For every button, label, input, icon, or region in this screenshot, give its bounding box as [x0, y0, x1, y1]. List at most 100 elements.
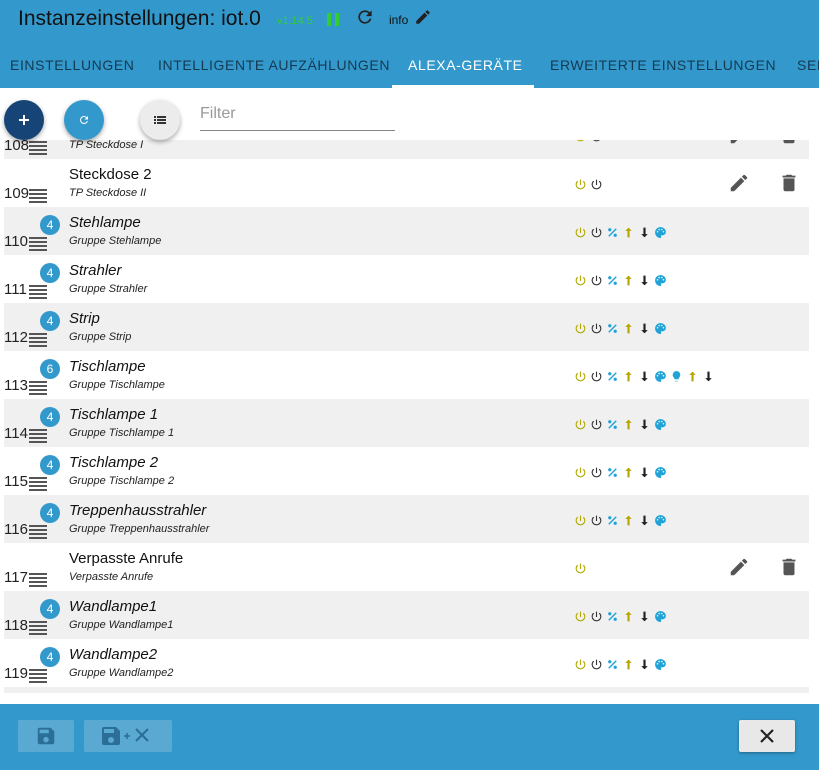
- power-off-icon: [590, 466, 603, 479]
- arrow-up-icon: [622, 658, 635, 671]
- row-number: 115: [4, 473, 28, 490]
- delete-icon[interactable]: [778, 172, 800, 194]
- delete-icon[interactable]: [778, 140, 800, 146]
- device-row[interactable]: 120Wandlampe3: [4, 687, 809, 693]
- save-and-close-button[interactable]: [84, 720, 172, 752]
- drag-handle-icon[interactable]: [29, 669, 47, 685]
- plus-icon: [19, 115, 29, 125]
- group-count-badge: 4: [40, 311, 60, 331]
- device-row[interactable]: 117 Verpasste Anrufe Verpasste Anrufe: [4, 543, 809, 591]
- drag-handle-icon[interactable]: [29, 525, 47, 541]
- tab-services[interactable]: SER: [797, 40, 819, 88]
- close-button[interactable]: [739, 720, 795, 752]
- edit-info-icon[interactable]: [414, 8, 432, 31]
- power-off-icon: [590, 322, 603, 335]
- capability-icons: [574, 225, 667, 239]
- edit-icon[interactable]: [728, 140, 750, 146]
- title-row: Instanzeinstellungen: iot.0 v1.14.5 info: [18, 4, 432, 34]
- group-count-badge: 4: [40, 407, 60, 427]
- drag-handle-icon[interactable]: [29, 285, 47, 301]
- drag-handle-icon[interactable]: [29, 429, 47, 445]
- tab-settings[interactable]: EINSTELLUNGEN: [10, 40, 135, 88]
- device-name: Tischlampe 2: [69, 454, 159, 471]
- group-count-badge: 6: [40, 359, 60, 379]
- tab-smart-enums[interactable]: INTELLIGENTE AUFZÄHLUNGEN: [158, 40, 390, 88]
- drag-handle-icon[interactable]: [29, 381, 47, 397]
- save-icon: [37, 727, 55, 745]
- device-description: TP Steckdose I: [69, 140, 144, 151]
- palette-icon: [654, 274, 667, 287]
- drag-handle-icon[interactable]: [29, 237, 47, 253]
- device-name: Stehlampe: [69, 214, 141, 231]
- percent-icon: [606, 610, 619, 623]
- add-button[interactable]: [4, 100, 44, 140]
- filter-input[interactable]: Filter: [200, 102, 395, 131]
- device-row[interactable]: 108Steckdose 1TP Steckdose I: [4, 140, 809, 159]
- device-row[interactable]: 119 4 Wandlampe2 Gruppe Wandlampe2: [4, 639, 809, 687]
- power-on-icon: [574, 562, 587, 575]
- device-name: Tischlampe 1: [69, 406, 159, 423]
- device-name: Steckdose 2: [69, 166, 152, 183]
- device-row[interactable]: 115 4 Tischlampe 2 Gruppe Tischlampe 2: [4, 447, 809, 495]
- device-description: Gruppe Tischlampe 2: [69, 475, 175, 487]
- power-on-icon: [574, 322, 587, 335]
- percent-icon: [606, 466, 619, 479]
- reload-icon[interactable]: [355, 7, 375, 31]
- power-on-icon: [574, 610, 587, 623]
- pause-icon[interactable]: [326, 12, 339, 26]
- drag-handle-icon[interactable]: [29, 573, 47, 589]
- list-view-button[interactable]: [140, 100, 180, 140]
- power-on-icon: [574, 274, 587, 287]
- row-number: 118: [4, 617, 28, 634]
- power-off-icon: [590, 178, 603, 191]
- percent-icon: [606, 514, 619, 527]
- palette-icon: [654, 370, 667, 383]
- drag-handle-icon[interactable]: [29, 141, 47, 157]
- device-row[interactable]: 111 4 Strahler Gruppe Strahler: [4, 255, 809, 303]
- tab-advanced-settings[interactable]: ERWEITERTE EINSTELLUNGEN: [550, 40, 776, 88]
- group-count-badge: 4: [40, 599, 60, 619]
- row-number: 114: [4, 425, 28, 442]
- arrow-up-icon: [622, 322, 635, 335]
- arrow-down-icon: [638, 466, 651, 479]
- power-off-icon: [590, 658, 603, 671]
- drag-handle-icon[interactable]: [29, 621, 47, 637]
- palette-icon: [654, 226, 667, 239]
- device-row[interactable]: 116 4 Treppenhausstrahler Gruppe Treppenhau…: [4, 495, 809, 543]
- drag-handle-icon[interactable]: [29, 189, 47, 205]
- edit-icon[interactable]: [728, 172, 750, 194]
- device-name: Strip: [69, 310, 100, 327]
- save-button[interactable]: [18, 720, 74, 752]
- arrow-up-icon: [686, 370, 699, 383]
- power-on-icon: [574, 178, 587, 191]
- group-count-badge: 4: [40, 263, 60, 283]
- device-row[interactable]: 110 4 Stehlampe Gruppe Stehlampe: [4, 207, 809, 255]
- device-list: 108Steckdose 1TP Steckdose I 109 Steckdose…: [4, 140, 809, 693]
- list-icon: [154, 116, 166, 124]
- power-off-icon: [590, 610, 603, 623]
- arrow-down-icon: [638, 610, 651, 623]
- edit-icon[interactable]: [728, 556, 750, 578]
- group-count-badge: 4: [40, 215, 60, 235]
- device-row[interactable]: 112 4 Strip Gruppe Strip: [4, 303, 809, 351]
- drag-handle-icon[interactable]: [29, 477, 47, 493]
- drag-handle-icon[interactable]: [29, 333, 47, 349]
- device-name: Wandlampe2: [69, 646, 158, 663]
- row-number: 113: [4, 377, 28, 394]
- footer-bar: [0, 704, 819, 770]
- info-label: info: [388, 13, 409, 27]
- power-off-icon: [590, 274, 603, 287]
- device-row[interactable]: 118 4 Wandlampe1 Gruppe Wandlampe1: [4, 591, 809, 639]
- device-description: Gruppe Strip: [69, 331, 132, 343]
- device-name: Strahler: [69, 262, 122, 279]
- capability-icons: [574, 513, 667, 527]
- device-row[interactable]: 113 6 Tischlampe Gruppe Tischlampe: [4, 351, 809, 399]
- tab-alexa-devices[interactable]: ALEXA-GERÄTE: [408, 40, 523, 88]
- delete-icon[interactable]: [778, 556, 800, 578]
- device-row[interactable]: 109 Steckdose 2 TP Steckdose II: [4, 159, 809, 207]
- refresh-button[interactable]: [64, 100, 104, 140]
- device-description: Verpasste Anrufe: [69, 571, 154, 583]
- device-description: Gruppe Wandlampe1: [69, 619, 174, 631]
- row-number: 119: [4, 665, 28, 682]
- device-row[interactable]: 114 4 Tischlampe 1 Gruppe Tischlampe 1: [4, 399, 809, 447]
